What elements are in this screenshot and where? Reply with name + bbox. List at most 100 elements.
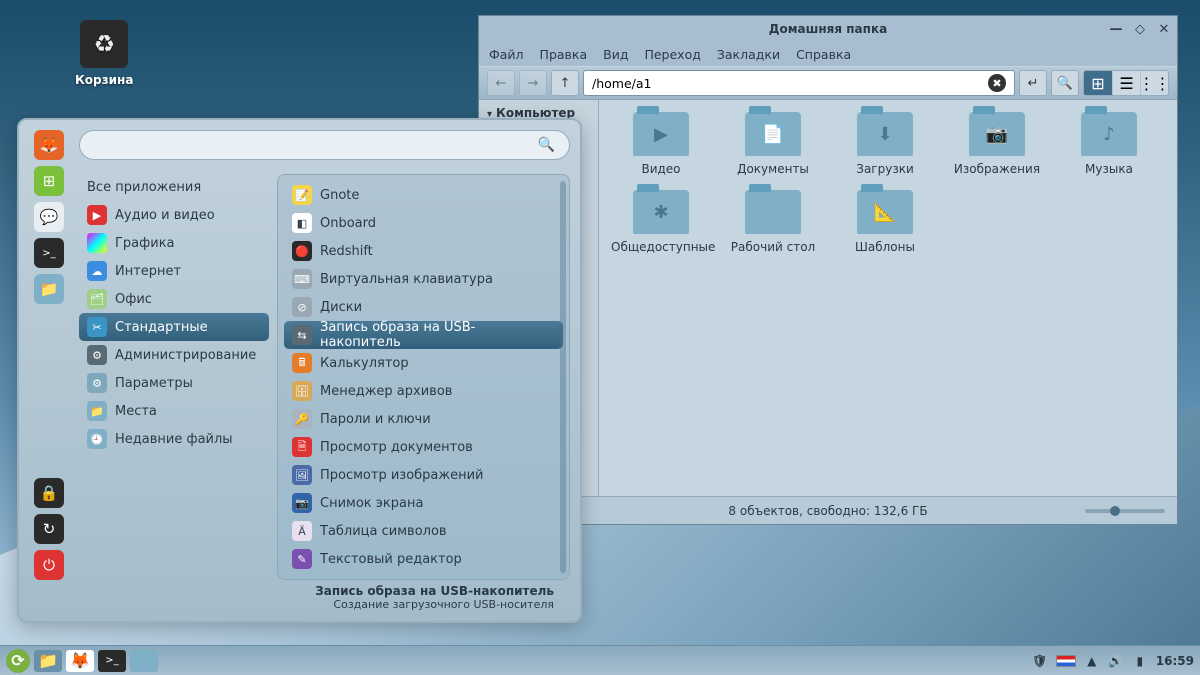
category-icon: ⚙	[87, 345, 107, 365]
application-menu: 🦊 ⊞ 💬 >_ 📁 🔒 ↻ ⏻ 🔍 Все приложения ▶Аудио и виде…	[17, 118, 582, 623]
app-Redshift[interactable]: 🔴Redshift	[284, 237, 563, 265]
folder-label: Рабочий стол	[723, 240, 823, 254]
tray-battery-icon[interactable]: ▮	[1132, 653, 1148, 669]
rail-fav-4[interactable]: 📁	[34, 274, 64, 304]
folder-Изображения[interactable]: 📷Изображения	[947, 112, 1047, 176]
close-button[interactable]: ✕	[1157, 22, 1171, 36]
search-icon: 🔍	[538, 137, 555, 153]
tray-network-icon[interactable]: ▲	[1084, 653, 1100, 669]
category-Интернет[interactable]: ☁Интернет	[79, 257, 269, 285]
app-Текстовый редактор[interactable]: ✎Текстовый редактор	[284, 545, 563, 573]
category-Места[interactable]: 📁Места	[79, 397, 269, 425]
start-menu-button[interactable]: ⟳	[6, 649, 30, 673]
tray-volume-icon[interactable]: 🔊	[1108, 653, 1124, 669]
fm-menu-Справка[interactable]: Справка	[796, 47, 851, 62]
fm-folder-view[interactable]: ▶Видео📄Документы⬇Загрузки📷Изображения♪Му…	[599, 100, 1177, 496]
fm-menu-Файл[interactable]: Файл	[489, 47, 524, 62]
app-icon: ◧	[292, 213, 312, 233]
category-label: Недавние файлы	[115, 432, 233, 447]
category-list: ▶Аудио и видеоГрафика☁Интернет🗂Офис✂Стан…	[79, 201, 269, 453]
app-Виртуальная клавиатура[interactable]: ⌨Виртуальная клавиатура	[284, 265, 563, 293]
category-Графика[interactable]: Графика	[79, 229, 269, 257]
menu-search-input[interactable]: 🔍	[79, 130, 570, 160]
fm-menu-Закладки[interactable]: Закладки	[717, 47, 780, 62]
folder-Музыка[interactable]: ♪Музыка	[1059, 112, 1159, 176]
category-Параметры[interactable]: ⚙Параметры	[79, 369, 269, 397]
category-Стандартные[interactable]: ✂Стандартные	[79, 313, 269, 341]
folder-label: Шаблоны	[835, 240, 935, 254]
app-Диски[interactable]: ⊘Диски	[284, 293, 563, 321]
minimize-button[interactable]: —	[1109, 22, 1123, 36]
category-Недавние файлы[interactable]: 🕘Недавние файлы	[79, 425, 269, 453]
folder-Общедоступные[interactable]: ✱Общедоступные	[611, 190, 711, 254]
taskbar-terminal[interactable]: >_	[98, 650, 126, 672]
category-label: Интернет	[115, 264, 181, 279]
rail-fav-1[interactable]: ⊞	[34, 166, 64, 196]
folder-Загрузки[interactable]: ⬇Загрузки	[835, 112, 935, 176]
fm-titlebar[interactable]: Домашняя папка — ◇ ✕	[479, 16, 1177, 42]
folder-Шаблоны[interactable]: 📐 Шаблоны	[835, 190, 935, 254]
app-label: Менеджер архивов	[320, 384, 452, 399]
search-button[interactable]: 🔍	[1051, 70, 1079, 96]
category-Офис[interactable]: 🗂Офис	[79, 285, 269, 313]
app-Калькулятор[interactable]: 🖩Калькулятор	[284, 349, 563, 377]
category-icon: ▶	[87, 205, 107, 225]
footer-subtitle: Создание загрузочного USB-носителя	[29, 598, 554, 611]
taskbar-files[interactable]	[130, 650, 158, 672]
app-Менеджер архивов[interactable]: 🗄Менеджер архивов	[284, 377, 563, 405]
fm-menu-Вид[interactable]: Вид	[603, 47, 628, 62]
view-switcher: ⊞ ☰ ⋮⋮	[1083, 70, 1169, 96]
app-Запись образа на USB-накопитель[interactable]: ⇆Запись образа на USB-накопитель	[284, 321, 563, 349]
fm-menu-Правка[interactable]: Правка	[540, 47, 588, 62]
rail-action-2[interactable]: ⏻	[34, 550, 64, 580]
forward-button[interactable]: →	[519, 70, 547, 96]
tray-shield-icon[interactable]: 🛡	[1032, 653, 1048, 669]
app-Просмотр документов[interactable]: 🗎Просмотр документов	[284, 433, 563, 461]
rail-fav-2[interactable]: 💬	[34, 202, 64, 232]
taskbar-firefox[interactable]: 🦊	[66, 650, 94, 672]
app-Пароли и ключи[interactable]: 🔑Пароли и ключи	[284, 405, 563, 433]
app-label: Redshift	[320, 244, 373, 259]
zoom-slider[interactable]	[1085, 509, 1165, 513]
maximize-button[interactable]: ◇	[1133, 22, 1147, 36]
desktop-trash[interactable]: ♻ Корзина	[75, 20, 133, 87]
rail-action-0[interactable]: 🔒	[34, 478, 64, 508]
folder-icon: ⬇	[857, 112, 913, 156]
list-view-button[interactable]: ☰	[1112, 71, 1140, 95]
fm-statusbar: ⤢ 8 объектов, свободно: 132,6 ГБ	[479, 496, 1177, 524]
app-Просмотр изображений[interactable]: 🖼Просмотр изображений	[284, 461, 563, 489]
rail-fav-3[interactable]: >_	[34, 238, 64, 268]
category-label: Офис	[115, 292, 152, 307]
folder-Документы[interactable]: 📄Документы	[723, 112, 823, 176]
category-Аудио и видео[interactable]: ▶Аудио и видео	[79, 201, 269, 229]
folder-icon: ▶	[633, 112, 689, 156]
status-text: 8 объектов, свободно: 132,6 ГБ	[728, 504, 927, 518]
back-button[interactable]: ←	[487, 70, 515, 96]
compact-view-button[interactable]: ⋮⋮	[1140, 71, 1168, 95]
path-input[interactable]: /home/a1 ✖	[583, 70, 1015, 96]
folder-label: Изображения	[947, 162, 1047, 176]
category-Администрирование[interactable]: ⚙Администрирование	[79, 341, 269, 369]
folder-icon: 📄	[745, 112, 801, 156]
icon-view-button[interactable]: ⊞	[1084, 71, 1112, 95]
app-list-scrollbar[interactable]	[560, 181, 566, 573]
category-label: Стандартные	[115, 320, 208, 335]
tray-clock[interactable]: 16:59	[1156, 654, 1194, 668]
category-icon: 📁	[87, 401, 107, 421]
folder-icon: 📐	[857, 190, 913, 234]
up-button[interactable]: ↑	[551, 70, 579, 96]
goto-icon[interactable]: ✖	[988, 74, 1006, 92]
rail-action-1[interactable]: ↻	[34, 514, 64, 544]
all-apps-header[interactable]: Все приложения	[79, 174, 269, 201]
tray-language-indicator[interactable]	[1056, 655, 1076, 667]
taskbar-filemanager[interactable]: 📁	[34, 650, 62, 672]
rail-fav-0[interactable]: 🦊	[34, 130, 64, 160]
folder-Рабочий стол[interactable]: Рабочий стол	[723, 190, 823, 254]
app-Onboard[interactable]: ◧Onboard	[284, 209, 563, 237]
app-Таблица символов[interactable]: ÄТаблица символов	[284, 517, 563, 545]
fm-menu-Переход[interactable]: Переход	[644, 47, 700, 62]
app-Gnote[interactable]: 📝Gnote	[284, 181, 563, 209]
app-Снимок экрана[interactable]: 📷Снимок экрана	[284, 489, 563, 517]
folder-Видео[interactable]: ▶Видео	[611, 112, 711, 176]
pathbar-toggle-button[interactable]: ↵	[1019, 70, 1047, 96]
